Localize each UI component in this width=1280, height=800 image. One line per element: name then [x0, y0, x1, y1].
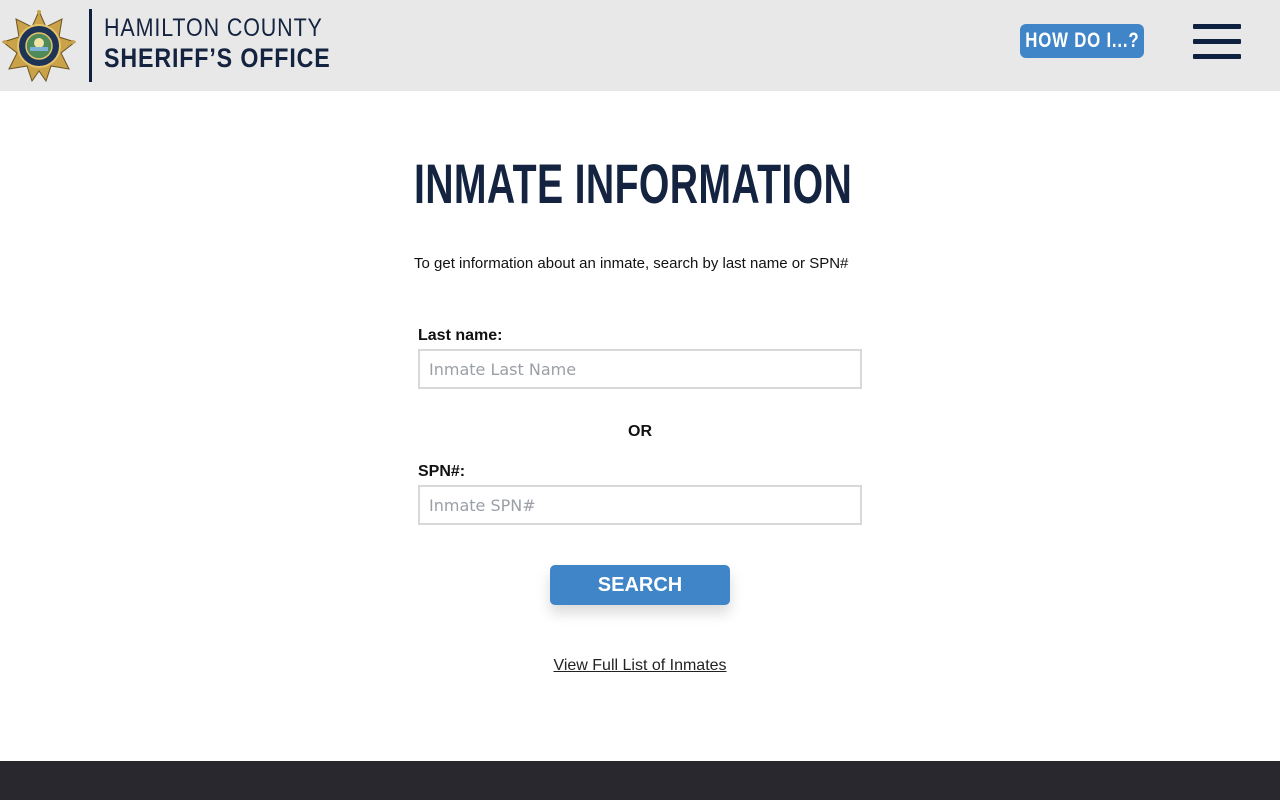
- how-do-i-button[interactable]: HOW DO I...?: [1020, 24, 1144, 58]
- org-name-line1: HAMILTON COUNTY: [104, 14, 323, 42]
- or-separator: OR: [628, 423, 652, 440]
- view-all-container: View Full List of Inmates: [0, 657, 1280, 675]
- org-name-line2: SHERIFF’S OFFICE: [104, 43, 331, 73]
- intro-text: To get information about an inmate, sear…: [414, 255, 849, 272]
- search-button[interactable]: SEARCH: [550, 565, 730, 605]
- header-divider: [89, 9, 92, 82]
- how-do-i-label: HOW DO I...?: [1024, 29, 1140, 52]
- org-name[interactable]: HAMILTON COUNTY SHERIFF’S OFFICE: [104, 16, 368, 72]
- spn-input[interactable]: [418, 485, 862, 525]
- last-name-input[interactable]: [418, 349, 862, 389]
- site-footer: [0, 761, 1280, 800]
- page-title: INMATE INFORMATION: [414, 152, 853, 215]
- last-name-label: Last name:: [418, 327, 503, 344]
- site-header: HAMILTON COUNTY SHERIFF’S OFFICE HOW DO …: [0, 0, 1280, 91]
- spn-label: SPN#:: [418, 463, 466, 480]
- sheriff-star-badge-icon[interactable]: [2, 9, 76, 83]
- hamburger-menu-icon[interactable]: [1193, 24, 1241, 60]
- view-full-list-link[interactable]: View Full List of Inmates: [553, 657, 726, 674]
